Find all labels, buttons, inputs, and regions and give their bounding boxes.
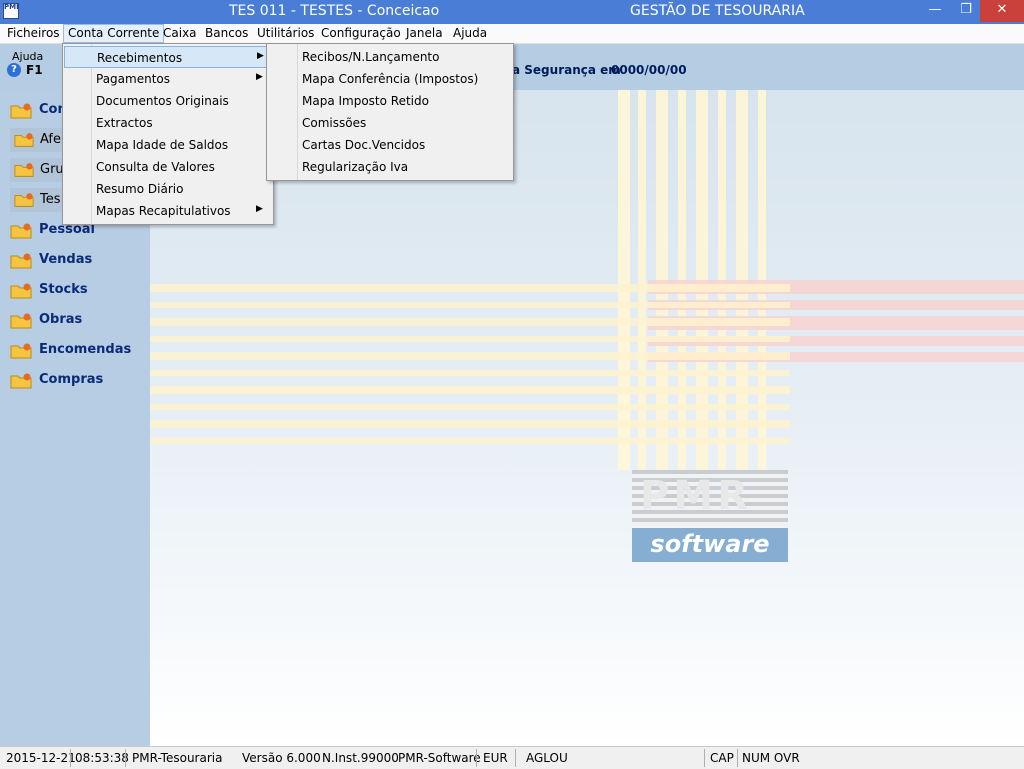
status-installation: N.Inst.99000 bbox=[322, 751, 399, 765]
menu-item-label: Recebimentos bbox=[97, 51, 183, 65]
status-divider bbox=[704, 749, 705, 767]
app-module-title: GESTÃO DE TESOURARIA bbox=[630, 3, 805, 19]
menu-item-label: Mapa Idade de Saldos bbox=[96, 138, 229, 152]
folder-icon bbox=[10, 313, 32, 329]
folder-icon bbox=[14, 163, 34, 177]
menu-ajuda[interactable]: Ajuda bbox=[453, 26, 487, 42]
submenu-item-regularizacao-iva[interactable]: Regularização Iva bbox=[268, 156, 512, 178]
sidebar-item-label: Compras bbox=[39, 372, 104, 387]
security-copy-label: a Segurança em bbox=[512, 63, 621, 77]
status-vendor: PMR-Software bbox=[398, 751, 481, 765]
submenu-item-label: Mapa Conferência (Impostos) bbox=[302, 72, 479, 86]
menu-item-label: Resumo Diário bbox=[96, 182, 184, 196]
logo-top-text: PMR bbox=[640, 473, 752, 519]
sidebar-item-label: Encomendas bbox=[39, 342, 132, 357]
app-logo-icon[interactable]: PMR bbox=[3, 3, 19, 19]
main-workspace: PMR software bbox=[150, 90, 1024, 746]
help-label: Ajuda bbox=[12, 50, 44, 63]
sidebar-item-label: Obras bbox=[39, 312, 83, 327]
menu-item-label: Consulta de Valores bbox=[96, 160, 215, 174]
menu-configuracao[interactable]: Configuração bbox=[321, 26, 401, 42]
sidebar-item-label: Afe bbox=[40, 132, 62, 147]
folder-icon bbox=[10, 283, 32, 299]
status-time: 08:53:38 bbox=[75, 751, 129, 765]
restore-button[interactable]: ❐ bbox=[952, 0, 980, 22]
logo-top: PMR bbox=[632, 470, 788, 526]
folder-icon bbox=[10, 103, 32, 119]
security-copy-date: 0000/00/00 bbox=[611, 63, 687, 77]
folder-icon bbox=[10, 253, 32, 269]
help-shortcut-key: F1 bbox=[26, 63, 43, 77]
folder-icon bbox=[10, 373, 32, 389]
submenu-arrow-icon: ▶ bbox=[256, 72, 263, 82]
menu-item-recebimentos[interactable]: Recebimentos ▶ bbox=[64, 46, 272, 68]
menu-caixa[interactable]: Caixa bbox=[163, 26, 197, 42]
menu-bar: Ficheiros Conta Corrente Caixa Bancos Ut… bbox=[0, 24, 1024, 44]
menu-item-label: Extractos bbox=[96, 116, 153, 130]
submenu-item-label: Recibos/N.Lançamento bbox=[302, 50, 440, 64]
recebimentos-submenu: Recibos/N.Lançamento Mapa Conferência (I… bbox=[266, 43, 514, 181]
folder-icon bbox=[14, 193, 34, 207]
status-divider bbox=[125, 749, 126, 767]
submenu-arrow-icon: ▶ bbox=[257, 51, 264, 61]
status-user: AGLOU bbox=[526, 751, 568, 765]
submenu-arrow-icon: ▶ bbox=[256, 204, 263, 214]
window-title: TES 011 - TESTES - Conceicao bbox=[229, 3, 440, 19]
sidebar-item-label: Tes bbox=[40, 192, 61, 207]
menu-ficheiros[interactable]: Ficheiros bbox=[7, 26, 60, 42]
menu-utilitarios[interactable]: Utilitários bbox=[257, 26, 314, 42]
submenu-item-label: Comissões bbox=[302, 116, 367, 130]
menu-bancos[interactable]: Bancos bbox=[205, 26, 248, 42]
status-divider bbox=[515, 749, 516, 767]
submenu-item-cartas-doc-vencidos[interactable]: Cartas Doc.Vencidos bbox=[268, 134, 512, 156]
submenu-item-comissoes[interactable]: Comissões bbox=[268, 112, 512, 134]
menu-item-pagamentos[interactable]: Pagamentos ▶ bbox=[64, 68, 272, 90]
status-version: Versão 6.000 bbox=[242, 751, 321, 765]
help-icon[interactable]: ? bbox=[7, 63, 21, 77]
submenu-item-mapa-conferencia[interactable]: Mapa Conferência (Impostos) bbox=[268, 68, 512, 90]
status-date: 2015-12-21 bbox=[6, 751, 76, 765]
submenu-item-mapa-imposto-retido[interactable]: Mapa Imposto Retido bbox=[268, 90, 512, 112]
minimize-button[interactable]: — bbox=[918, 0, 952, 22]
logo-bottom-text: software bbox=[632, 528, 788, 562]
sidebar-item-label: Gru bbox=[40, 162, 64, 177]
submenu-item-label: Mapa Imposto Retido bbox=[302, 94, 429, 108]
status-num-ovr: NUM OVR bbox=[742, 751, 800, 765]
pmr-logo: PMR software bbox=[632, 470, 788, 562]
menu-conta-corrente[interactable]: Conta Corrente bbox=[63, 24, 165, 43]
menu-item-label: Documentos Originais bbox=[96, 94, 229, 108]
folder-icon bbox=[10, 343, 32, 359]
submenu-item-label: Cartas Doc.Vencidos bbox=[302, 138, 426, 152]
submenu-item-label: Regularização Iva bbox=[302, 160, 409, 174]
conta-corrente-menu: Recebimentos ▶ Pagamentos ▶ Documentos O… bbox=[62, 43, 274, 225]
status-bar: 2015-12-21 08:53:38 PMR-Tesouraria Versã… bbox=[0, 746, 1024, 769]
submenu-item-recibos[interactable]: Recibos/N.Lançamento bbox=[268, 46, 512, 68]
menu-item-label: Mapas Recapitulativos bbox=[96, 204, 231, 218]
folder-icon bbox=[14, 133, 34, 147]
menu-item-mapa-idade-saldos[interactable]: Mapa Idade de Saldos bbox=[64, 134, 272, 156]
menu-item-documentos-originais[interactable]: Documentos Originais bbox=[64, 90, 272, 112]
status-app: PMR-Tesouraria bbox=[132, 751, 223, 765]
status-divider bbox=[476, 749, 477, 767]
status-caps-lock: CAP bbox=[710, 751, 734, 765]
menu-item-resumo-diario[interactable]: Resumo Diário bbox=[64, 178, 272, 200]
sidebar-item-label: Vendas bbox=[39, 252, 93, 267]
status-divider bbox=[70, 749, 71, 767]
menu-item-consulta-valores[interactable]: Consulta de Valores bbox=[64, 156, 272, 178]
status-currency: EUR bbox=[483, 751, 508, 765]
menu-item-mapas-recapitulativos[interactable]: Mapas Recapitulativos ▶ bbox=[64, 200, 272, 222]
title-bar: PMR TES 011 - TESTES - Conceicao GESTÃO … bbox=[0, 0, 1024, 24]
status-divider bbox=[737, 749, 738, 767]
menu-item-extractos[interactable]: Extractos bbox=[64, 112, 272, 134]
close-button[interactable]: ✕ bbox=[980, 0, 1024, 22]
menu-janela[interactable]: Janela bbox=[406, 26, 443, 42]
menu-item-label: Pagamentos bbox=[96, 72, 170, 86]
folder-icon bbox=[10, 223, 32, 239]
background-stripes bbox=[150, 90, 1024, 470]
sidebar-item-label: Stocks bbox=[39, 282, 88, 297]
